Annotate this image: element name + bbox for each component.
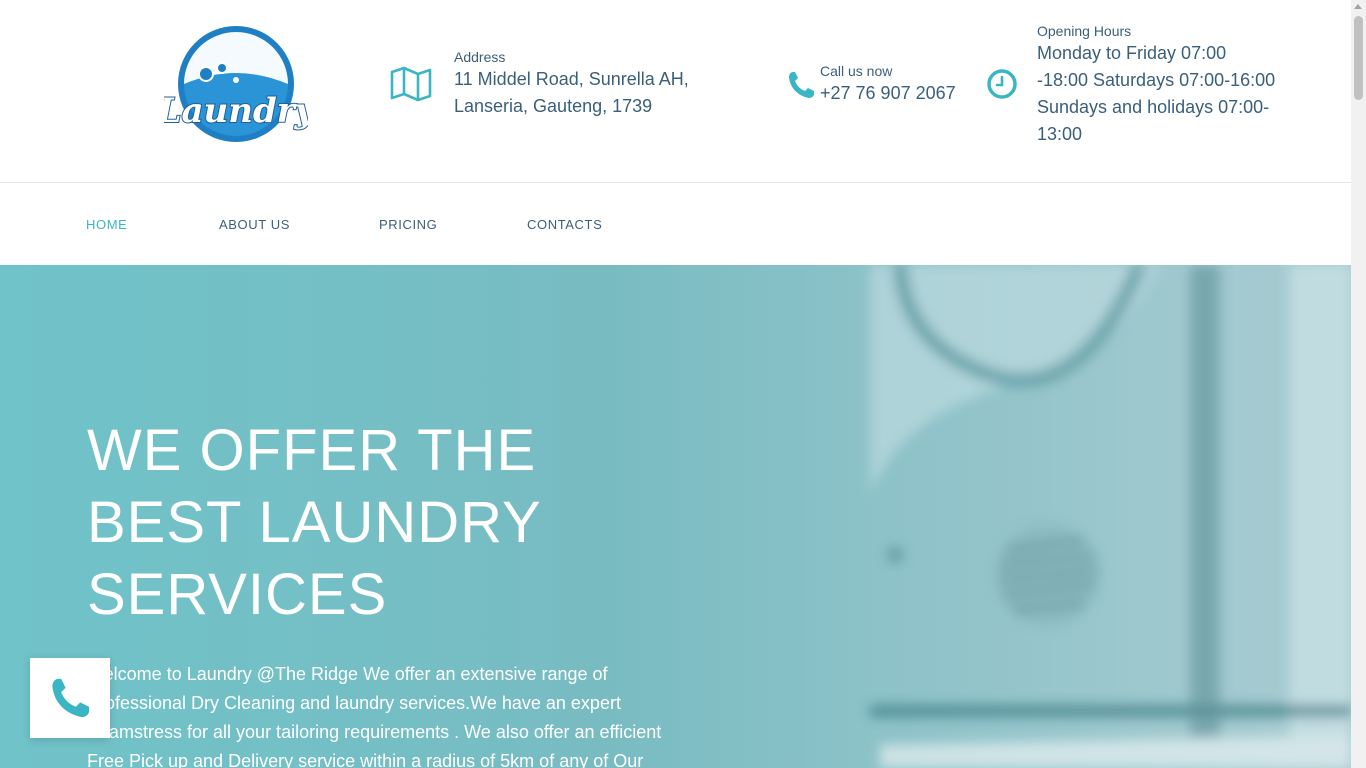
logo-text: Laundry [164, 91, 308, 131]
hero-text: Welcome to Laundry @The Ridge We offer a… [87, 664, 662, 768]
clock-icon [986, 68, 1018, 100]
hours-label: Opening Hours [1037, 23, 1132, 39]
address-label: Address [454, 49, 506, 65]
logo-graphic: Laundry [156, 26, 318, 142]
floating-call-button[interactable] [30, 658, 110, 738]
site-header: Laundry Address 11 Middel Road, Sunrella… [0, 0, 1351, 183]
address-block: Address 11 Middel Road, Sunrella AH, Lan… [390, 48, 724, 120]
map-icon [390, 64, 432, 104]
call-label: Call us now [820, 63, 893, 79]
hours-block: Opening Hours Monday to Friday 07:00 -18… [986, 22, 1277, 148]
scroll-up-arrow-icon[interactable] [1354, 4, 1362, 9]
phone-icon [786, 68, 816, 102]
page-scrollbar[interactable] [1351, 0, 1366, 768]
call-block: Call us now +27 76 907 2067 [786, 62, 956, 107]
main-nav: HOME ABOUT US PRICING CONTACTS [0, 184, 1351, 265]
hours-value: Monday to Friday 07:00 -18:00 Saturdays … [1037, 43, 1276, 144]
address-value: 11 Middel Road, Sunrella AH, Lanseria, G… [454, 69, 689, 116]
hero-title: WE OFFER THE BEST LAUNDRY SERVICES [87, 418, 541, 627]
nav-about-us[interactable]: ABOUT US [219, 217, 290, 232]
call-value[interactable]: +27 76 907 2067 [820, 80, 956, 107]
nav-pricing[interactable]: PRICING [379, 217, 437, 232]
scroll-thumb[interactable] [1354, 16, 1363, 100]
laundry-logo[interactable]: Laundry [156, 22, 318, 146]
nav-home[interactable]: HOME [86, 217, 127, 232]
hero-section: WE OFFER THE BEST LAUNDRY SERVICES Welco… [0, 265, 1351, 768]
phone-icon [52, 678, 90, 718]
nav-contacts[interactable]: CONTACTS [527, 217, 602, 232]
